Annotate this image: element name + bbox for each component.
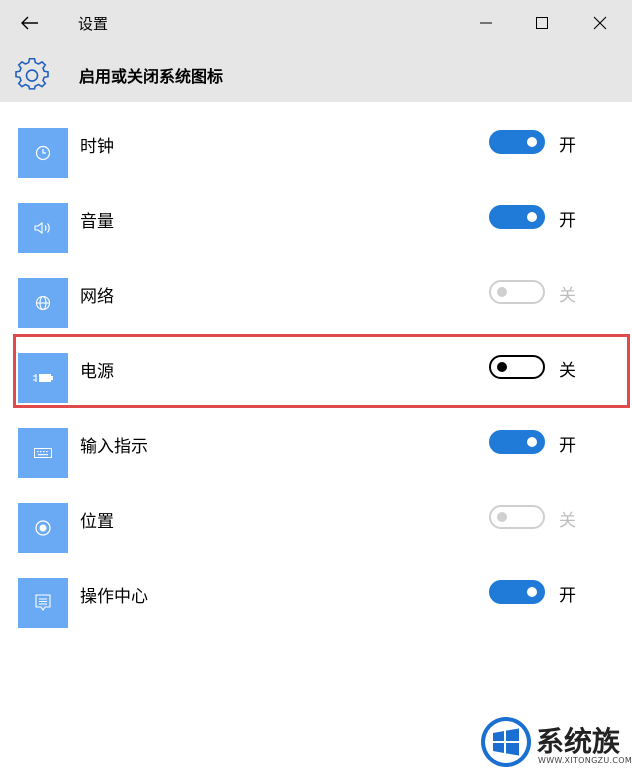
- speaker-icon: [34, 221, 50, 235]
- list-item-location: 位置 关: [0, 503, 632, 578]
- windows-logo-icon: [481, 717, 531, 767]
- item-label: 音量: [80, 212, 114, 232]
- page-header: 启用或关闭系统图标: [0, 48, 632, 102]
- back-arrow-icon: [21, 16, 38, 30]
- tile-action-center: [18, 578, 68, 628]
- back-button[interactable]: [14, 9, 46, 37]
- action-center-icon: [35, 594, 51, 611]
- minimize-button[interactable]: [466, 6, 506, 40]
- location-icon: [35, 520, 51, 536]
- toggle-state: 开: [559, 211, 576, 231]
- tile-clock: [18, 128, 68, 178]
- tile-input-indicator: [18, 428, 68, 478]
- clock-icon: [35, 145, 51, 161]
- toggle-state: 开: [559, 136, 576, 156]
- globe-icon: [35, 295, 51, 311]
- watermark: 系统族 WWW.XITONGZU.COM: [480, 716, 632, 771]
- tile-network: [18, 278, 68, 328]
- toggle-switch[interactable]: [489, 505, 545, 529]
- app-title: 设置: [78, 15, 109, 33]
- toggle-knob: [527, 437, 537, 447]
- close-icon: [593, 16, 607, 30]
- list-item-input-indicator: 输入指示 开: [0, 428, 632, 503]
- toggle-state: 开: [559, 586, 576, 606]
- item-label: 网络: [80, 287, 114, 307]
- toggle-switch[interactable]: [489, 130, 545, 154]
- list-item-action-center: 操作中心 开: [0, 578, 632, 653]
- watermark-subtext: WWW.XITONGZU.COM: [538, 756, 632, 765]
- toggle-state: 关: [559, 511, 576, 531]
- highlight-box: [13, 334, 630, 408]
- toggle-knob: [527, 212, 537, 222]
- title-bar: 设置: [0, 0, 632, 48]
- list-item-clock: 时钟 开: [0, 128, 632, 203]
- toggle-switch[interactable]: [489, 430, 545, 454]
- minimize-icon: [480, 22, 492, 24]
- tile-location: [18, 503, 68, 553]
- item-label: 输入指示: [80, 437, 148, 457]
- toggle-knob: [527, 137, 537, 147]
- list-item-volume: 音量 开: [0, 203, 632, 278]
- item-label: 时钟: [80, 137, 114, 157]
- page-title: 启用或关闭系统图标: [79, 67, 224, 86]
- toggle-switch[interactable]: [489, 205, 545, 229]
- maximize-icon: [536, 17, 548, 29]
- gear-icon: [15, 58, 49, 90]
- toggle-state: 关: [559, 286, 576, 306]
- toggle-switch[interactable]: [489, 280, 545, 304]
- maximize-button[interactable]: [522, 6, 562, 40]
- toggle-knob: [497, 287, 507, 297]
- item-label: 位置: [80, 512, 114, 532]
- toggle-switch[interactable]: [489, 580, 545, 604]
- toggle-knob: [527, 587, 537, 597]
- watermark-text: 系统族: [536, 725, 621, 758]
- toggle-state: 开: [559, 436, 576, 456]
- keyboard-icon: [34, 448, 52, 458]
- tile-volume: [18, 203, 68, 253]
- item-label: 操作中心: [80, 587, 148, 607]
- toggle-knob: [497, 512, 507, 522]
- close-button[interactable]: [580, 6, 620, 40]
